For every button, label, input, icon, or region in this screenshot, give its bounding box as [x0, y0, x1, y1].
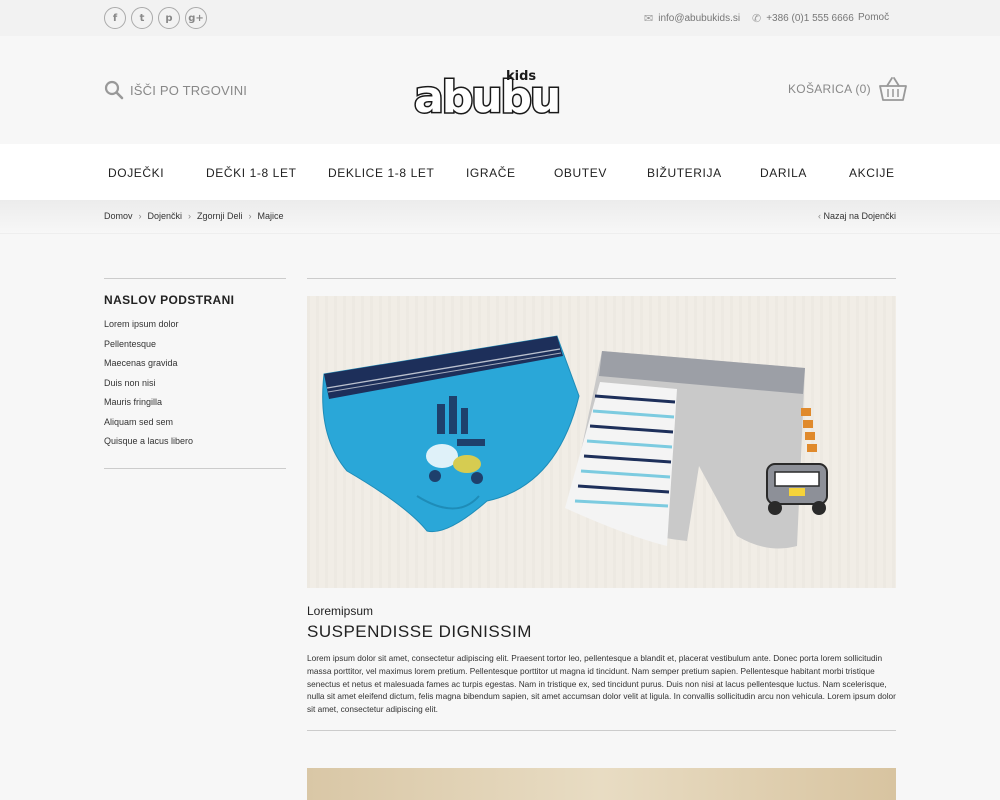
- social-links: f t p g+: [104, 7, 207, 29]
- nav-item-decki[interactable]: DEČKI 1-8 LET: [206, 166, 297, 180]
- chevron-right-icon: ›: [248, 211, 252, 221]
- sidebar-link[interactable]: Quisque a lacus libero: [104, 432, 286, 452]
- help-link[interactable]: Pomoč: [858, 12, 889, 23]
- basket-icon: [879, 77, 907, 101]
- underwear-illustration: [322, 335, 828, 549]
- breadcrumb-item[interactable]: Dojenčki: [148, 211, 183, 221]
- phone-text: +386 (0)1 555 6666: [766, 13, 854, 24]
- article-title: SUSPENDISSE DIGNISSIM: [307, 622, 532, 641]
- sidebar-link[interactable]: Duis non nisi: [104, 374, 286, 394]
- cart-label: KOŠARICA (0): [788, 82, 871, 96]
- breadcrumb-bar: Domov › Dojenčki › Zgornji Deli › Majice…: [0, 200, 1000, 234]
- google-plus-glyph: g+: [188, 12, 204, 24]
- twitter-glyph: t: [139, 12, 145, 24]
- nav-item-darila[interactable]: DARILA: [760, 166, 807, 180]
- main-content: Loremipsum SUSPENDISSE DIGNISSIM Lorem i…: [307, 278, 896, 731]
- chevron-right-icon: ›: [188, 211, 192, 221]
- phone-icon: ✆: [752, 12, 762, 25]
- twitter-icon[interactable]: t: [131, 7, 153, 29]
- search-button[interactable]: IŠČI PO TRGOVINI: [104, 80, 247, 100]
- header: IŠČI PO TRGOVINI abubu abubu kids KOŠARI…: [0, 36, 1000, 144]
- mail-icon: ✉: [644, 12, 654, 25]
- nav-item-deklice[interactable]: DEKLICE 1-8 LET: [328, 166, 434, 180]
- help-text: Pomoč: [858, 12, 890, 23]
- nav-item-dojencki[interactable]: DOJEČKI: [108, 166, 164, 180]
- divider: [307, 729, 896, 731]
- breadcrumb-item[interactable]: Domov: [104, 211, 133, 221]
- pinterest-icon[interactable]: p: [158, 7, 180, 29]
- breadcrumb-item[interactable]: Zgornji Deli: [197, 211, 243, 221]
- logo-kids: kids: [506, 69, 536, 84]
- next-product-photo: [307, 768, 896, 800]
- breadcrumb-item-current: Majice: [257, 211, 284, 221]
- facebook-glyph: f: [112, 12, 118, 24]
- sidebar: NASLOV PODSTRANI Lorem ipsum dolor Pelle…: [104, 278, 286, 469]
- nav-item-igrace[interactable]: IGRAČE: [466, 166, 516, 180]
- logo-main-fill: abubu: [414, 72, 559, 120]
- logo[interactable]: abubu abubu kids: [410, 66, 580, 125]
- search-icon: [104, 80, 124, 100]
- email-text: info@abubukids.si: [658, 13, 741, 24]
- nav-item-bizuterija[interactable]: BIŽUTERIJA: [647, 166, 722, 180]
- breadcrumb: Domov › Dojenčki › Zgornji Deli › Majice: [104, 211, 284, 221]
- chevron-right-icon: ›: [138, 211, 142, 221]
- main-nav: DOJEČKI DEČKI 1-8 LET DEKLICE 1-8 LET IG…: [0, 144, 1000, 200]
- chevron-left-icon: ‹: [817, 211, 821, 221]
- product-photo: [307, 296, 896, 588]
- sidebar-link[interactable]: Pellentesque: [104, 335, 286, 355]
- contact-email[interactable]: ✉ info@abubukids.si: [644, 12, 740, 25]
- google-plus-icon[interactable]: g+: [185, 7, 207, 29]
- facebook-icon[interactable]: f: [104, 7, 126, 29]
- cart-button[interactable]: KOŠARICA (0): [788, 76, 907, 102]
- search-label: IŠČI PO TRGOVINI: [130, 82, 248, 98]
- nav-item-obutev[interactable]: OBUTEV: [554, 166, 607, 180]
- back-link[interactable]: ‹ Nazaj na Dojenčki: [818, 211, 896, 221]
- sidebar-link[interactable]: Aliquam sed sem: [104, 413, 286, 433]
- sidebar-link[interactable]: Mauris fringilla: [104, 393, 286, 413]
- logo-graphic: abubu abubu kids: [413, 69, 563, 125]
- article-subtitle: Loremipsum: [307, 604, 374, 618]
- back-link-label: Nazaj na Dojenčki: [823, 211, 896, 221]
- contact-phone[interactable]: ✆ +386 (0)1 555 6666: [752, 12, 854, 25]
- top-bar: f t p g+ ✉ info@abubukids.si ✆ +386 (0)1…: [0, 0, 1000, 36]
- sidebar-title: NASLOV PODSTRANI: [104, 293, 235, 307]
- sidebar-link[interactable]: Maecenas gravida: [104, 354, 286, 374]
- sidebar-link[interactable]: Lorem ipsum dolor: [104, 315, 286, 335]
- pinterest-glyph: p: [165, 12, 173, 24]
- divider: [307, 278, 896, 296]
- nav-item-akcije[interactable]: AKCIJE: [849, 166, 895, 180]
- article-body: Lorem ipsum dolor sit amet, consectetur …: [307, 653, 896, 715]
